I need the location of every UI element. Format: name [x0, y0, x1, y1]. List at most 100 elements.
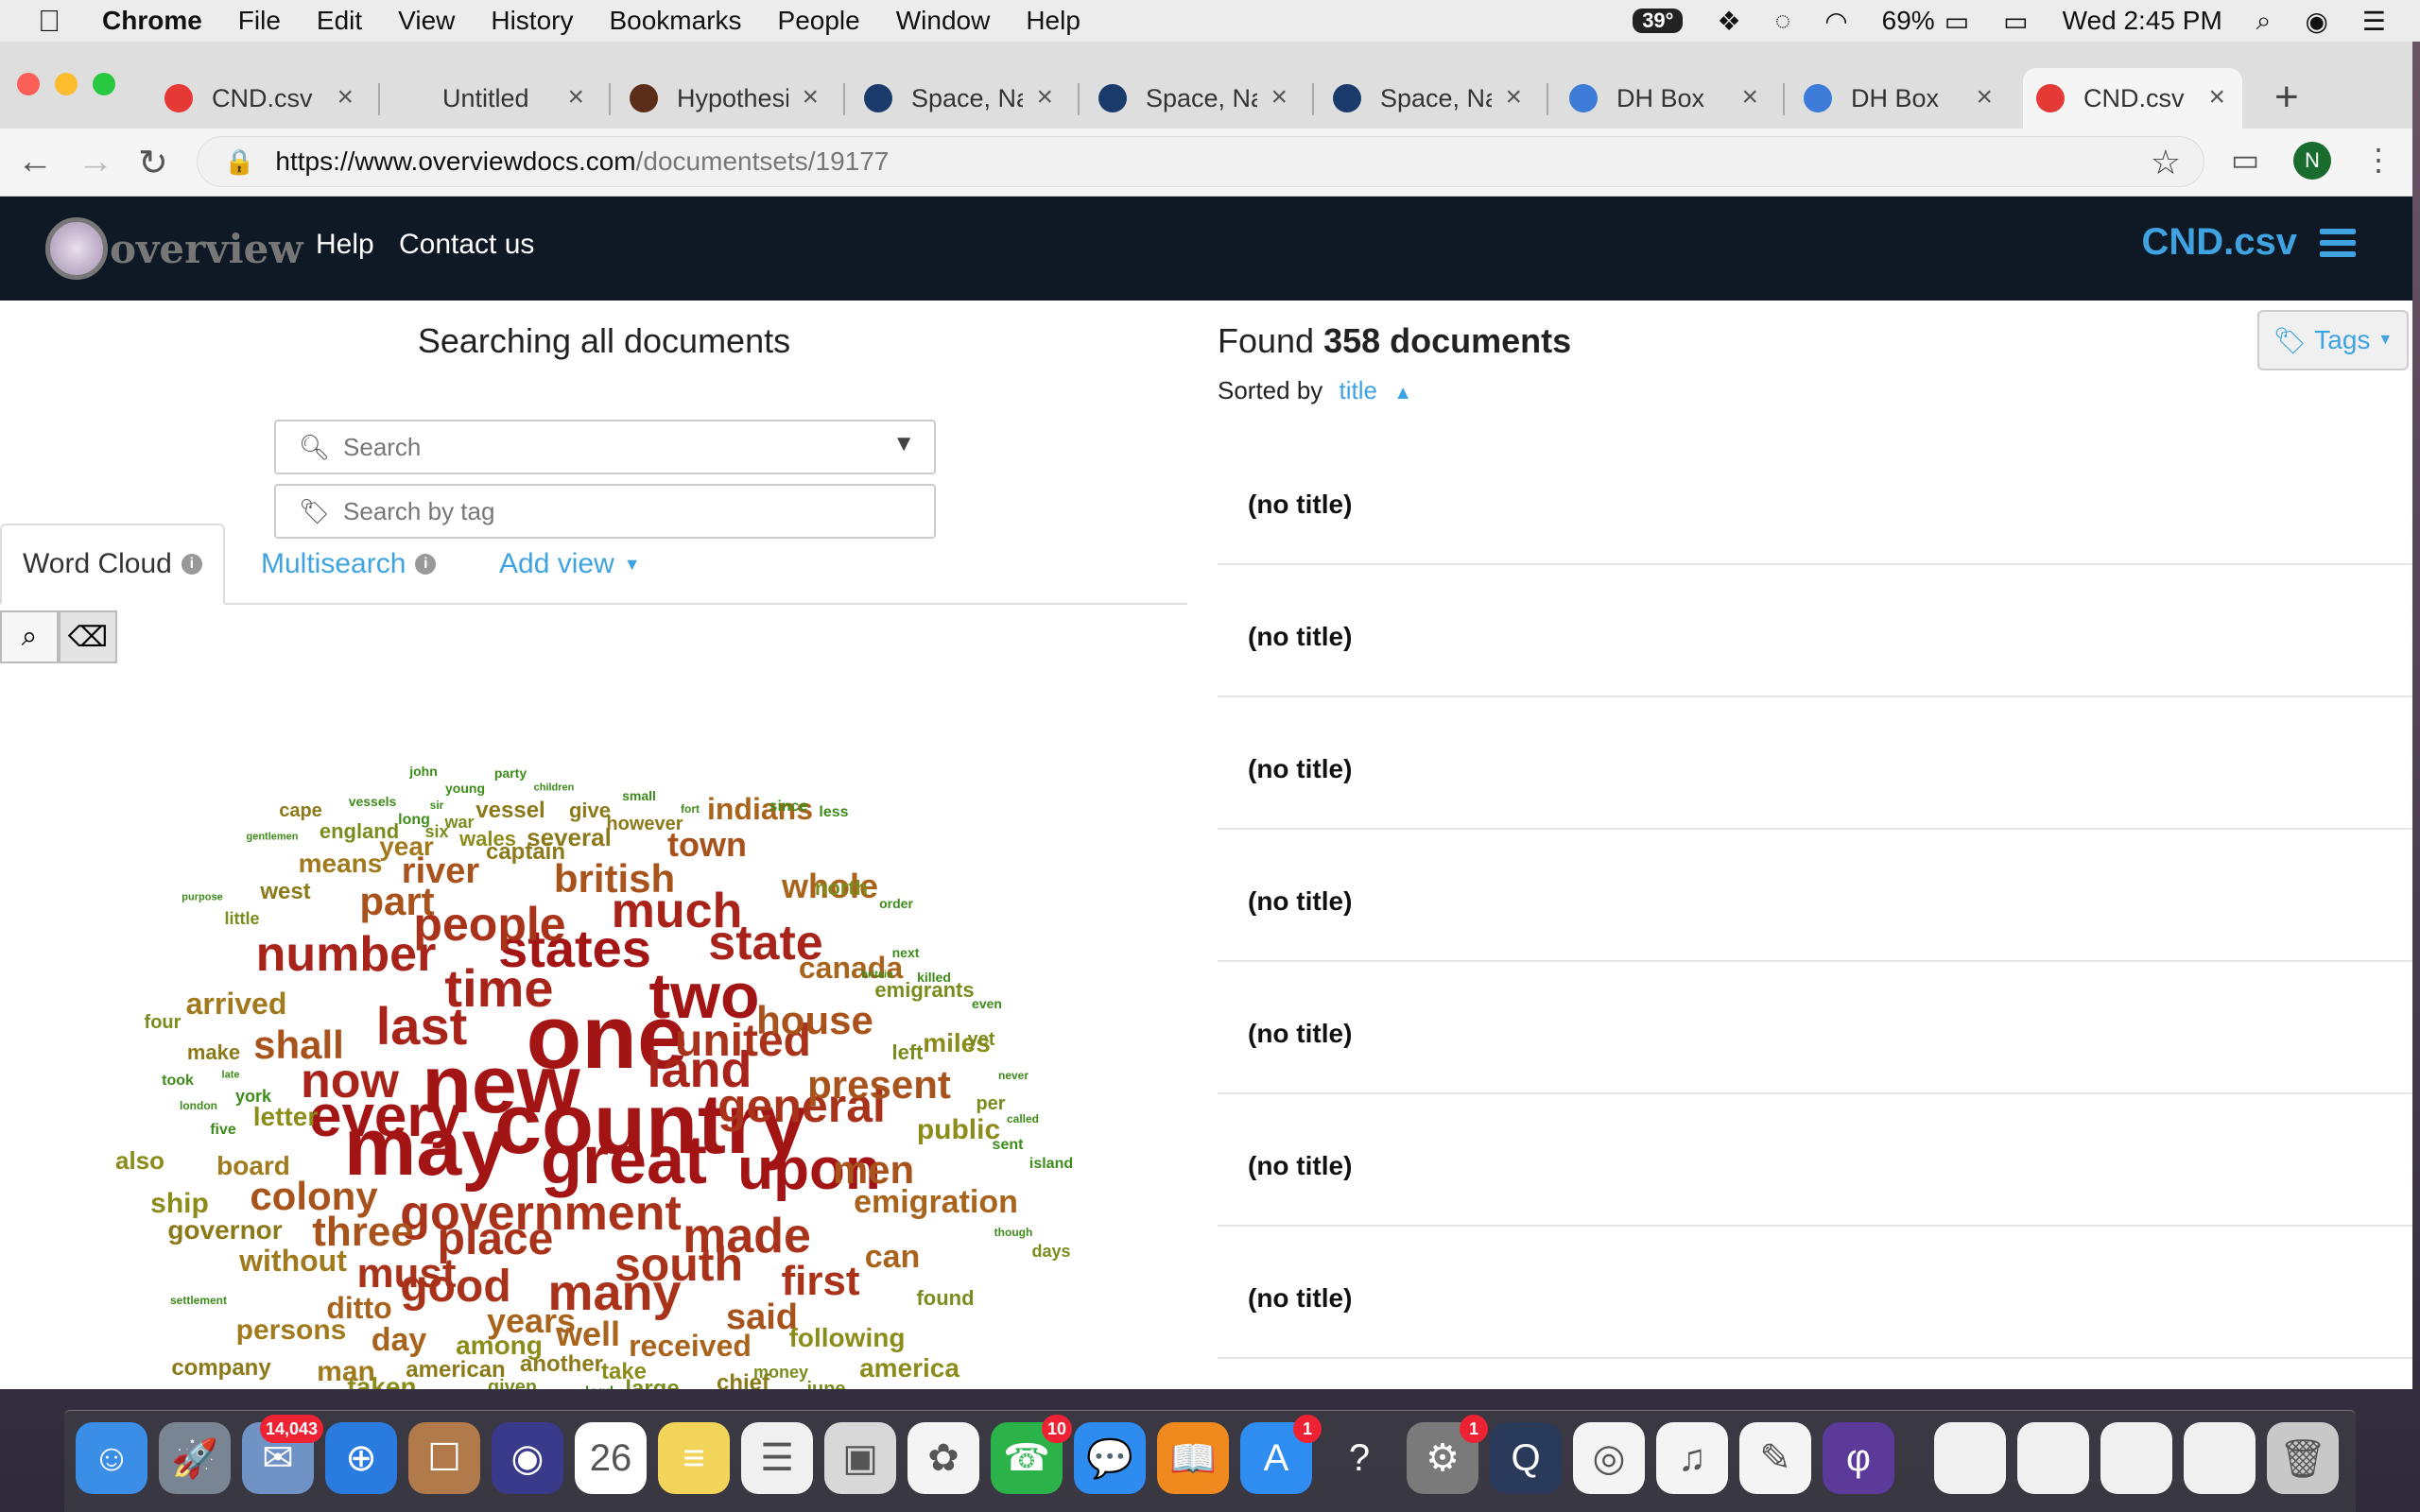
cloud-word-late[interactable]: late — [222, 1070, 240, 1081]
cloud-word-great[interactable]: great — [541, 1126, 707, 1194]
dock-doc-3-icon[interactable] — [2100, 1422, 2172, 1494]
help-link[interactable]: Help — [316, 229, 374, 261]
cast-icon[interactable]: ▭ — [2231, 142, 2259, 178]
document-row[interactable]: (no title) — [1218, 697, 2412, 830]
contact-us-link[interactable]: Contact us — [399, 229, 534, 261]
cloud-word-since[interactable]: since — [769, 799, 808, 815]
cloud-word-york[interactable]: york — [235, 1088, 271, 1105]
dock-safari-icon[interactable]: ⊕ — [325, 1422, 397, 1494]
tags-button[interactable]: 🏷︎ Tags ▼ — [2257, 310, 2409, 370]
cloud-word-called[interactable]: called — [1007, 1113, 1039, 1125]
document-row[interactable]: (no title) — [1218, 433, 2412, 565]
cloud-word-though[interactable]: though — [994, 1227, 1033, 1238]
close-tab-icon[interactable]: × — [337, 81, 354, 113]
dock-siri-icon[interactable]: ◉ — [492, 1422, 563, 1494]
close-tab-icon[interactable]: × — [567, 81, 584, 113]
cloud-word-however[interactable]: however — [606, 815, 683, 833]
address-bar[interactable]: 🔒 https://www.overviewdocs.com /document… — [197, 136, 2204, 187]
dock-system-preferences-icon[interactable]: ⚙ 1 — [1407, 1415, 1488, 1494]
dock-itunes-icon[interactable]: ♫ — [1656, 1422, 1728, 1494]
close-tab-icon[interactable]: × — [1036, 81, 1053, 113]
cloud-word-give[interactable]: give — [569, 800, 611, 821]
new-tab-button[interactable]: + — [2274, 74, 2299, 121]
menu-file[interactable]: File — [238, 6, 281, 36]
dock-trash-icon[interactable]: 🗑 — [2267, 1422, 2339, 1494]
cloud-word-england[interactable]: england — [320, 821, 399, 842]
cloud-word-never[interactable]: never — [998, 1070, 1028, 1081]
cloud-word-number[interactable]: number — [256, 930, 437, 979]
document-row[interactable]: (no title) — [1218, 1094, 2412, 1227]
cloud-word-governor[interactable]: governor — [167, 1217, 282, 1244]
cloud-word-four[interactable]: four — [145, 1013, 182, 1032]
cloud-word-days[interactable]: days — [1031, 1243, 1070, 1260]
cloud-word-island[interactable]: island — [1029, 1157, 1073, 1172]
menu-window[interactable]: Window — [896, 6, 991, 36]
maximize-window-button[interactable] — [93, 73, 115, 95]
close-tab-icon[interactable]: × — [1741, 81, 1758, 113]
sort-field-link[interactable]: title — [1340, 376, 1377, 404]
cloud-word-received[interactable]: received — [629, 1331, 752, 1361]
dock-help-icon[interactable]: ? — [1323, 1422, 1395, 1494]
profile-avatar[interactable]: N — [2293, 142, 2331, 180]
document-row[interactable]: (no title) — [1218, 962, 2412, 1094]
cloud-word-per[interactable]: per — [976, 1094, 1005, 1113]
dock-reminders-icon[interactable]: ☰ — [741, 1422, 813, 1494]
dock-messages-icon[interactable]: 💬 — [1074, 1422, 1146, 1494]
apple-menu-icon[interactable]:  — [38, 4, 76, 39]
dock-calendar-icon[interactable]: 26 — [575, 1422, 647, 1494]
cloud-word-board[interactable]: board — [216, 1153, 290, 1179]
battery-icon[interactable]: ▭ — [1945, 6, 1969, 37]
cloud-word-present[interactable]: present — [807, 1065, 951, 1105]
back-button[interactable]: ← — [17, 142, 53, 182]
dock-contacts-icon[interactable]: ☐ — [408, 1422, 480, 1494]
cloud-word-party[interactable]: party — [494, 766, 527, 780]
close-tab-icon[interactable]: × — [2208, 81, 2225, 113]
battery-percent[interactable]: 69% — [1882, 6, 1935, 36]
info-icon[interactable]: i — [415, 554, 437, 575]
dock-app-store-icon[interactable]: A1 — [1240, 1415, 1322, 1494]
document-row[interactable]: (no title) — [1218, 565, 2412, 697]
tab-cnd-csv[interactable]: CND.csv × — [2023, 68, 2242, 129]
cloud-word-purpose[interactable]: purpose — [182, 892, 222, 903]
tab-dh-box[interactable]: DH Box × — [1556, 68, 1775, 129]
cloud-word-company[interactable]: company — [171, 1357, 270, 1380]
cloud-word-vessels[interactable]: vessels — [349, 795, 397, 808]
search-mode-button[interactable]: ⌕ — [0, 610, 59, 663]
dock-chrome-icon[interactable]: ◎ — [1573, 1422, 1645, 1494]
document-set-menu[interactable]: CND.csv — [2141, 221, 2356, 264]
cloud-word-day[interactable]: day — [372, 1324, 427, 1356]
cloud-word-shall[interactable]: shall — [253, 1025, 344, 1065]
menu-view[interactable]: View — [398, 6, 455, 36]
cloud-word-order[interactable]: order — [879, 897, 913, 910]
cloud-word-cape[interactable]: cape — [279, 801, 322, 820]
cloud-word-without[interactable]: without — [239, 1246, 347, 1276]
cloud-word-south[interactable]: south — [614, 1241, 743, 1288]
cloud-word-wales[interactable]: wales — [459, 829, 516, 850]
notification-center-icon[interactable]: ☰ — [2362, 6, 2386, 37]
tab-space-nat[interactable]: Space, Nat × — [1085, 68, 1305, 129]
dock-launchpad-icon[interactable]: 🚀 — [159, 1422, 231, 1494]
cloud-word-john[interactable]: john — [409, 765, 438, 778]
cloud-word-north[interactable]: north — [815, 878, 868, 899]
overview-logo[interactable]: overview — [45, 217, 303, 280]
tab-multisearch[interactable]: Multisearch i — [261, 524, 437, 605]
chevron-down-icon[interactable]: ▼ — [892, 431, 915, 457]
cloud-word-colony[interactable]: colony — [250, 1177, 377, 1216]
dock-quicktime-icon[interactable]: Q — [1490, 1422, 1562, 1494]
cloud-word-emigration[interactable]: emigration — [854, 1186, 1018, 1218]
dock-finder-icon[interactable]: ☺ — [76, 1422, 147, 1494]
cloud-word-people[interactable]: people — [413, 901, 565, 948]
close-tab-icon[interactable]: × — [1976, 81, 1993, 113]
dock-books-icon[interactable]: 📖 — [1157, 1422, 1229, 1494]
cloud-word-little[interactable]: little — [224, 910, 259, 927]
cloud-word-letter[interactable]: letter — [253, 1104, 318, 1130]
cloud-word-took[interactable]: took — [162, 1074, 194, 1089]
cloud-word-arrived[interactable]: arrived — [186, 988, 287, 1019]
cloud-word-persons[interactable]: persons — [236, 1316, 347, 1345]
bookmark-star-icon[interactable]: ☆ — [2151, 143, 2181, 182]
dock-photos-icon[interactable]: ✿ — [908, 1422, 979, 1494]
menu-chrome[interactable]: Chrome — [102, 6, 202, 36]
siri-icon[interactable]: ◉ — [2305, 6, 2327, 37]
spotlight-search-icon[interactable]: ⌕ — [2256, 6, 2272, 37]
tab-dh-box[interactable]: DH Box × — [1790, 68, 2010, 129]
